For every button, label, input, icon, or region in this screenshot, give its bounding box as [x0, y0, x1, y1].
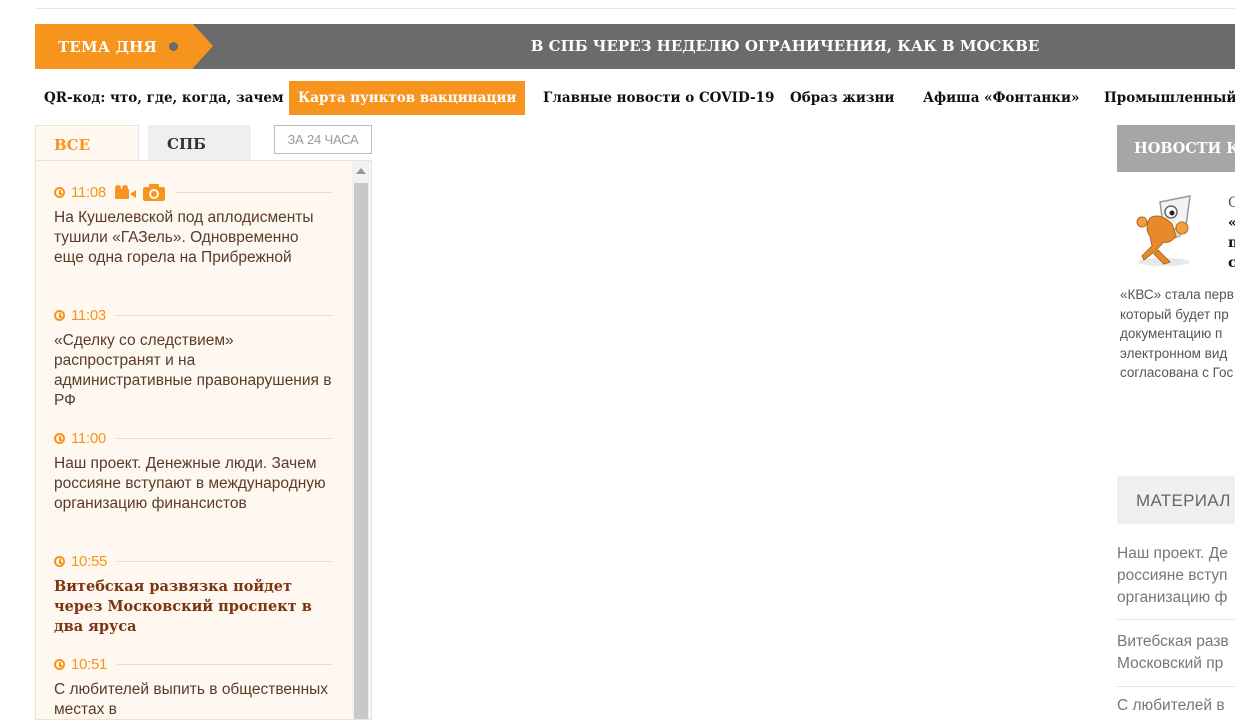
feed-item-time: 10:55 — [71, 552, 108, 570]
arrow-shape — [193, 24, 213, 68]
feed-item-time: 11:03 — [71, 306, 106, 324]
divider — [115, 437, 332, 439]
divider — [1117, 619, 1235, 620]
feed-item-time: 11:00 — [71, 429, 106, 447]
clock-icon — [54, 309, 65, 321]
topic-navigation: QR-код: что, где, когда, зачем Карта пун… — [35, 81, 1235, 115]
theme-of-day-headline[interactable]: В СПБ ЧЕРЕЗ НЕДЕЛЮ ОГРАНИЧЕНИЯ, КАК В МО… — [235, 24, 1235, 69]
dot-icon — [168, 42, 178, 51]
list-item[interactable]: 11:08 На Кушелевской под аплодисменты ту… — [54, 181, 332, 268]
company-news-lead[interactable]: «КВС» стала перв который будет пр докуме… — [1120, 285, 1235, 383]
feed-item-title[interactable]: С любителей выпить в общественных местах… — [54, 680, 332, 719]
lead-line: документацию п — [1120, 326, 1223, 341]
materials-line: организацию ф — [1117, 589, 1228, 606]
list-item[interactable]: 10:55 Витебская развязка пойдет через Мо… — [54, 550, 332, 637]
clock-icon — [54, 658, 65, 670]
tab-spb[interactable]: СПБ — [148, 125, 251, 161]
nav-fontanka-afisha[interactable]: Афиша «Фонтанки» — [923, 81, 1079, 115]
nav-qr-code[interactable]: QR-код: что, где, когда, зачем — [44, 81, 284, 115]
materials-item[interactable]: Наш проект. Де россияне вступ организаци… — [1117, 543, 1235, 609]
nav-industrial[interactable]: Промышленный — [1104, 81, 1235, 115]
theme-of-day-label: ТЕМА ДНЯ — [58, 37, 157, 56]
feed-item-title[interactable]: Витебская развязка пойдет через Московск… — [54, 577, 332, 637]
materials-item[interactable]: Витебская разв Московский пр — [1117, 631, 1235, 675]
clock-icon — [54, 186, 65, 198]
feed-item-meta: 10:55 — [54, 550, 332, 572]
feed-item-meta: 11:00 — [54, 427, 332, 449]
divider — [115, 314, 332, 316]
materials-line: Московский пр — [1117, 655, 1224, 672]
theme-of-day-banner[interactable]: ТЕМА ДНЯ В СПБ ЧЕРЕЗ НЕДЕЛЮ ОГРАНИЧЕНИЯ,… — [35, 24, 1235, 69]
feed-item-time: 10:51 — [71, 655, 108, 673]
lead-line: согласована с Гос — [1120, 365, 1234, 380]
materials-item[interactable]: С любителей в — [1117, 695, 1235, 717]
feed-item-time: 11:08 — [71, 183, 106, 201]
divider — [117, 663, 332, 665]
nav-vaccination-map[interactable]: Карта пунктов вакцинации — [289, 81, 526, 115]
mascot-illustration[interactable] — [1120, 192, 1200, 270]
feed-item-meta: 11:03 — [54, 304, 332, 326]
materials-line: Наш проект. Де — [1117, 545, 1228, 562]
lead-line: «КВС» стала перв — [1120, 287, 1234, 302]
feed-item-title[interactable]: Наш проект. Денежные люди. Зачем россиян… — [54, 454, 332, 514]
tab-all[interactable]: ВСЕ — [35, 125, 139, 161]
list-item[interactable]: 11:00 Наш проект. Денежные люди. Зачем р… — [54, 427, 332, 514]
list-item[interactable]: 11:03 «Сделку со следствием» распростран… — [54, 304, 332, 411]
news-feed: 11:08 На Кушелевской под аплодисменты ту… — [35, 160, 372, 720]
feed-item-meta: 10:51 — [54, 653, 332, 675]
feed-item-title[interactable]: На Кушелевской под аплодисменты тушили «… — [54, 208, 332, 268]
feed-scrollbar[interactable] — [352, 161, 370, 719]
materials-line: Витебская разв — [1117, 633, 1229, 650]
nav-lifestyle[interactable]: Образ жизни — [790, 81, 894, 115]
feed-item-title[interactable]: «Сделку со следствием» распространят и н… — [54, 331, 332, 411]
clock-icon — [54, 432, 65, 444]
filter-last-24-hours[interactable]: ЗА 24 ЧАСА — [274, 125, 372, 154]
nav-covid-news[interactable]: Главные новости о COVID-19 — [543, 81, 774, 115]
photo-camera-icon — [142, 183, 165, 201]
lead-line: который будет пр — [1120, 306, 1229, 322]
company-news-title[interactable]: О « п с — [1228, 193, 1235, 273]
video-camera-icon — [114, 185, 136, 199]
materials-line: россияне вступ — [1117, 567, 1228, 584]
divider — [1117, 686, 1235, 687]
clock-icon — [54, 555, 65, 567]
divider — [174, 191, 332, 193]
title-line: « — [1228, 213, 1235, 233]
theme-of-day-tag: ТЕМА ДНЯ — [35, 24, 193, 69]
company-news-header[interactable]: НОВОСТИ КО — [1117, 125, 1235, 172]
top-divider — [35, 8, 1235, 9]
scroll-up-arrow-icon[interactable] — [356, 168, 366, 174]
title-line: с — [1228, 255, 1235, 271]
lead-line: электронном вид — [1120, 345, 1228, 361]
feed-tabs: ВСЕ СПБ ЗА 24 ЧАСА — [35, 125, 372, 161]
divider — [117, 560, 332, 562]
feed-item-meta: 11:08 — [54, 181, 332, 203]
materials-line: С любителей в — [1117, 697, 1225, 714]
title-line: п — [1228, 235, 1235, 251]
scrollbar-thumb[interactable] — [354, 183, 368, 719]
title-line: О — [1228, 195, 1235, 211]
materials-header[interactable]: МАТЕРИАЛ — [1117, 476, 1235, 524]
